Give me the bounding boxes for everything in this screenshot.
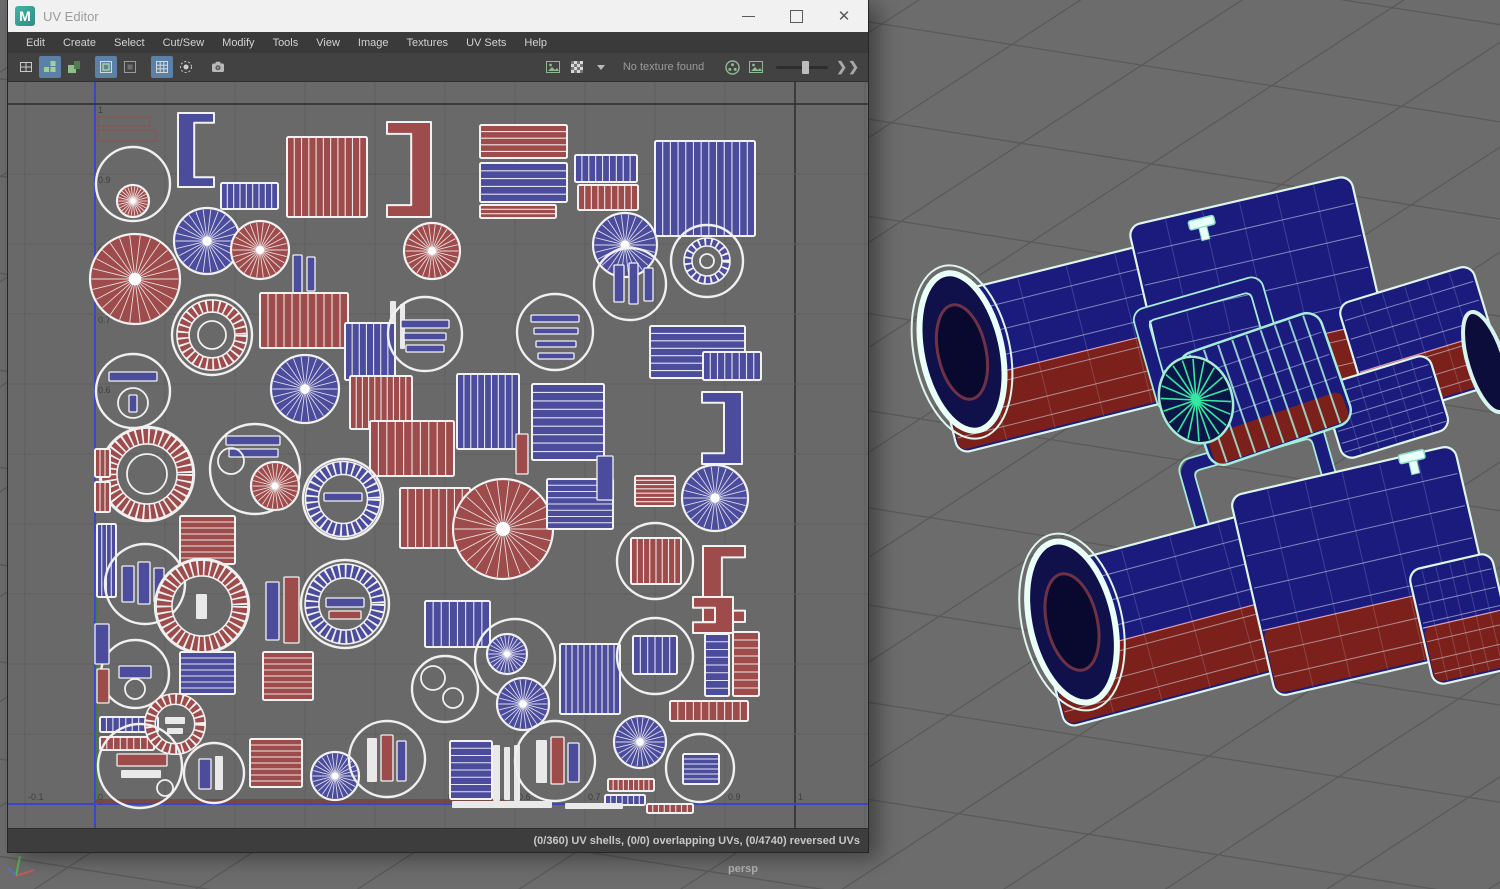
svg-text:0.6: 0.6 — [98, 385, 111, 395]
uv-statistics: (0/360) UV shells, (0/0) overlapping UVs… — [534, 835, 860, 847]
menu-item-edit[interactable]: Edit — [17, 37, 54, 49]
image-dim-slider[interactable] — [776, 66, 828, 69]
window-title: UV Editor — [43, 9, 99, 24]
svg-text:1: 1 — [798, 792, 803, 802]
texture-dropdown-icon[interactable] — [590, 56, 612, 78]
menu-item-help[interactable]: Help — [515, 37, 556, 49]
toolbar-right-group: No texture found ❯❯ — [541, 56, 862, 78]
grid-layout-icon[interactable] — [15, 56, 37, 78]
maximize-icon — [790, 10, 803, 23]
status-bar: (0/360) UV shells, (0/0) overlapping UVs… — [8, 828, 868, 852]
svg-text:0.9: 0.9 — [98, 175, 111, 185]
border-display-dim-icon[interactable] — [119, 56, 141, 78]
texture-status: No texture found — [613, 61, 720, 73]
tile-layout-icon[interactable] — [39, 56, 61, 78]
svg-text:1: 1 — [98, 105, 103, 115]
menu-bar: EditCreateSelectCut/SewModifyToolsViewIm… — [8, 32, 868, 53]
display-image-ratio-icon[interactable] — [745, 56, 767, 78]
menu-item-select[interactable]: Select — [105, 37, 154, 49]
svg-text:0.9: 0.9 — [728, 792, 741, 802]
menu-item-tools[interactable]: Tools — [264, 37, 308, 49]
checker-move-icon[interactable] — [63, 56, 85, 78]
minimize-button[interactable] — [724, 0, 772, 32]
menu-item-image[interactable]: Image — [349, 37, 398, 49]
close-button[interactable]: ✕ — [820, 0, 868, 32]
border-display-icon[interactable] — [95, 56, 117, 78]
menu-item-modify[interactable]: Modify — [213, 37, 263, 49]
svg-text:0: 0 — [98, 792, 103, 802]
uv-editor-window: M UV Editor ✕ EditCreateSelectCut/SewMod… — [8, 0, 868, 852]
uv-canvas[interactable]: -0.100.50.60.70.911.110.90.80.70.6 — [8, 81, 868, 828]
checker-pattern-icon[interactable] — [566, 56, 588, 78]
rgb-channels-icon[interactable] — [721, 56, 743, 78]
toolbar: No texture found ❯❯ — [8, 53, 868, 81]
close-icon: ✕ — [838, 9, 851, 24]
slider-handle[interactable] — [802, 61, 809, 74]
viewport-camera-label: persp — [728, 863, 758, 875]
display-image-icon[interactable] — [542, 56, 564, 78]
menu-item-uvsets[interactable]: UV Sets — [457, 37, 515, 49]
title-bar[interactable]: M UV Editor ✕ — [8, 0, 868, 32]
menu-item-create[interactable]: Create — [54, 37, 105, 49]
menu-item-cutsew[interactable]: Cut/Sew — [154, 37, 214, 49]
pixel-grid-icon[interactable] — [151, 56, 173, 78]
minimize-icon — [742, 16, 755, 17]
svg-text:-0.1: -0.1 — [28, 792, 44, 802]
maya-screen: persp M UV Editor ✕ EditCreateSelectCut/… — [0, 0, 1500, 889]
window-controls: ✕ — [724, 0, 868, 32]
svg-text:0.7: 0.7 — [588, 792, 601, 802]
menu-item-textures[interactable]: Textures — [397, 37, 457, 49]
uv-snapshot-icon[interactable] — [207, 56, 229, 78]
menu-item-view[interactable]: View — [307, 37, 349, 49]
expand-toolbar-icon[interactable]: ❯❯ — [836, 59, 862, 75]
uv-grid-and-shells: -0.100.50.60.70.911.110.90.80.70.6 — [8, 82, 868, 829]
shade-uvs-icon[interactable] — [175, 56, 197, 78]
maximize-button[interactable] — [772, 0, 820, 32]
maya-logo-icon: M — [15, 6, 35, 26]
